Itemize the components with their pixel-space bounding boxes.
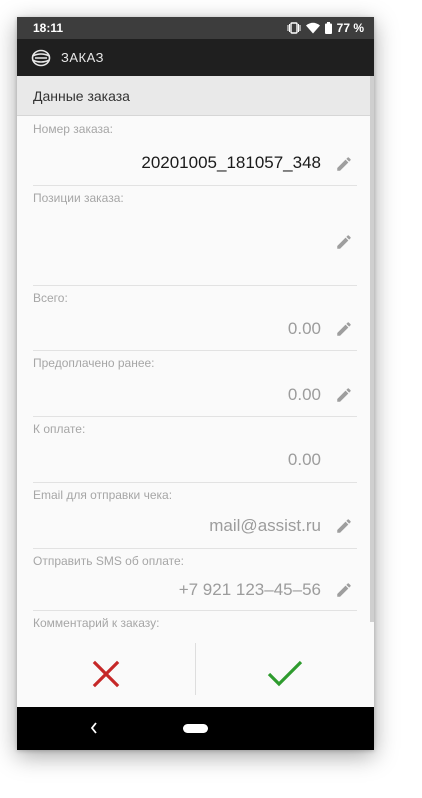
field-label: Позиции заказа: — [33, 191, 124, 205]
field-label: Отправить SMS об оплате: — [33, 554, 185, 568]
home-pill-button[interactable] — [183, 724, 208, 733]
field-label: Номер заказа: — [33, 122, 114, 136]
sms-value: +7 921 123–45–56 — [178, 580, 321, 599]
sms-field[interactable]: Отправить SMS об оплате: +7 921 123–45–5… — [33, 548, 357, 611]
order-items-field[interactable]: Позиции заказа: — [33, 185, 357, 286]
pencil-icon[interactable] — [335, 233, 353, 251]
checkmark-icon — [267, 660, 303, 687]
field-label: Всего: — [33, 291, 68, 305]
pencil-icon[interactable] — [335, 581, 353, 599]
prepaid-value: 0.00 — [287, 385, 321, 404]
to-pay-field: К оплате: 0.00 — [33, 416, 357, 483]
field-label: Email для отправки чека: — [33, 488, 173, 502]
app-bar: ЗАКАЗ — [17, 39, 374, 76]
prepaid-field[interactable]: Предоплачено ранее: 0.00 — [33, 350, 357, 417]
pencil-icon[interactable] — [335, 517, 353, 535]
scrollbar[interactable] — [370, 76, 374, 622]
pencil-icon[interactable] — [335, 320, 353, 338]
wifi-icon — [305, 22, 320, 34]
status-icons: 77 % — [287, 21, 364, 35]
assist-logo-icon — [31, 49, 51, 66]
battery-icon — [324, 22, 332, 34]
total-value: 0.00 — [287, 319, 321, 338]
close-icon — [92, 660, 120, 688]
order-number-field[interactable]: Номер заказа: 20201005_181057_348 — [33, 116, 357, 186]
action-bar — [17, 641, 374, 707]
order-form: Номер заказа: 20201005_181057_348 Позици… — [17, 116, 370, 641]
field-label: К оплате: — [33, 422, 86, 436]
to-pay-value: 0.00 — [287, 450, 321, 469]
field-label: Комментарий к заказу: — [33, 616, 160, 630]
cancel-button[interactable] — [17, 641, 195, 707]
field-label: Предоплачено ранее: — [33, 356, 155, 370]
total-field[interactable]: Всего: 0.00 — [33, 285, 357, 351]
email-field[interactable]: Email для отправки чека: mail@assist.ru — [33, 482, 357, 549]
section-header: Данные заказа — [17, 76, 371, 116]
back-chevron-icon[interactable] — [89, 720, 99, 736]
pencil-icon[interactable] — [335, 386, 353, 404]
vibrate-icon — [287, 22, 301, 34]
comment-field[interactable]: Комментарий к заказу: — [33, 610, 357, 641]
email-value: mail@assist.ru — [209, 516, 321, 535]
status-bar: 18:11 77 % — [17, 17, 374, 39]
battery-level: 77 % — [336, 21, 364, 35]
confirm-button[interactable] — [196, 641, 374, 707]
pencil-icon[interactable] — [335, 155, 353, 173]
app-title: ЗАКАЗ — [61, 50, 104, 65]
phone-screen: 18:11 77 % ЗАКАЗ Данные заказа Номер зак… — [17, 17, 374, 750]
order-number-value: 20201005_181057_348 — [141, 153, 321, 172]
status-time: 18:11 — [33, 21, 64, 35]
section-title: Данные заказа — [33, 87, 130, 104]
navigation-bar — [17, 707, 374, 750]
